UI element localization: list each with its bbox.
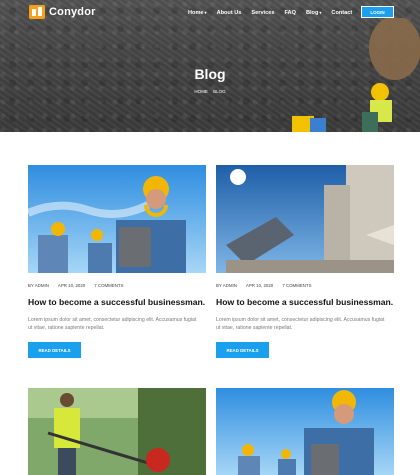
post-author: BY ADMIN: [216, 283, 237, 288]
nav-item-faq[interactable]: FAQ: [284, 10, 296, 16]
top-nav: Conydor Home▾ About Us Services FAQ Blog…: [0, 0, 420, 26]
read-details-button[interactable]: READ DETAILS: [28, 342, 81, 358]
post-comments[interactable]: 7 COMMENTS: [282, 283, 311, 288]
blog-card: BY ADMIN APR 10, 2020 7 COMMENTS How to …: [28, 165, 206, 358]
breadcrumb-home[interactable]: HOME: [194, 89, 208, 94]
post-excerpt: Lorem ipsum dolor sit amet, consectetur …: [28, 317, 197, 331]
nav-item-services[interactable]: Services: [251, 10, 274, 16]
post-title[interactable]: How to become a successful businessman.: [216, 297, 394, 307]
post-image[interactable]: [216, 165, 394, 273]
post-image[interactable]: [28, 165, 206, 273]
blog-card: BY ADMIN APR 10, 2020 7 COMMENTS How to …: [216, 165, 394, 358]
logo-icon: [29, 5, 45, 19]
brand-logo[interactable]: Conydor: [29, 5, 96, 19]
nav-item-home[interactable]: Home▾: [188, 10, 207, 16]
chevron-down-icon: ▾: [204, 10, 207, 15]
breadcrumb: HOME BLOG: [0, 89, 420, 94]
post-date: APR 10, 2020: [57, 283, 86, 288]
page-title: Blog: [194, 66, 226, 82]
post-image[interactable]: [28, 388, 206, 475]
post-date: APR 10, 2020: [245, 283, 274, 288]
post-comments[interactable]: 7 COMMENTS: [94, 283, 123, 288]
post-image[interactable]: [216, 388, 394, 475]
brand-name: Conydor: [49, 6, 96, 18]
nav-item-contact[interactable]: Contact: [331, 10, 352, 16]
chevron-down-icon: ▾: [319, 10, 322, 15]
post-excerpt: Lorem ipsum dolor sit amet, consectetur …: [216, 317, 385, 331]
post-meta: BY ADMIN APR 10, 2020 7 COMMENTS: [28, 283, 206, 288]
blog-card: [216, 388, 394, 475]
login-button[interactable]: LOGIN: [361, 6, 394, 18]
post-title[interactable]: How to become a successful businessman.: [28, 297, 206, 307]
post-author: BY ADMIN: [28, 283, 49, 288]
read-details-button[interactable]: READ DETAILS: [216, 342, 269, 358]
breadcrumb-blog: BLOG: [213, 89, 226, 94]
blog-card: [28, 388, 206, 475]
nav-item-blog[interactable]: Blog▾: [306, 10, 321, 16]
nav-item-about[interactable]: About Us: [217, 10, 242, 16]
post-meta: BY ADMIN APR 10, 2020 7 COMMENTS: [216, 283, 394, 288]
main-menu: Home▾ About Us Services FAQ Blog▾ Contac…: [188, 10, 352, 16]
